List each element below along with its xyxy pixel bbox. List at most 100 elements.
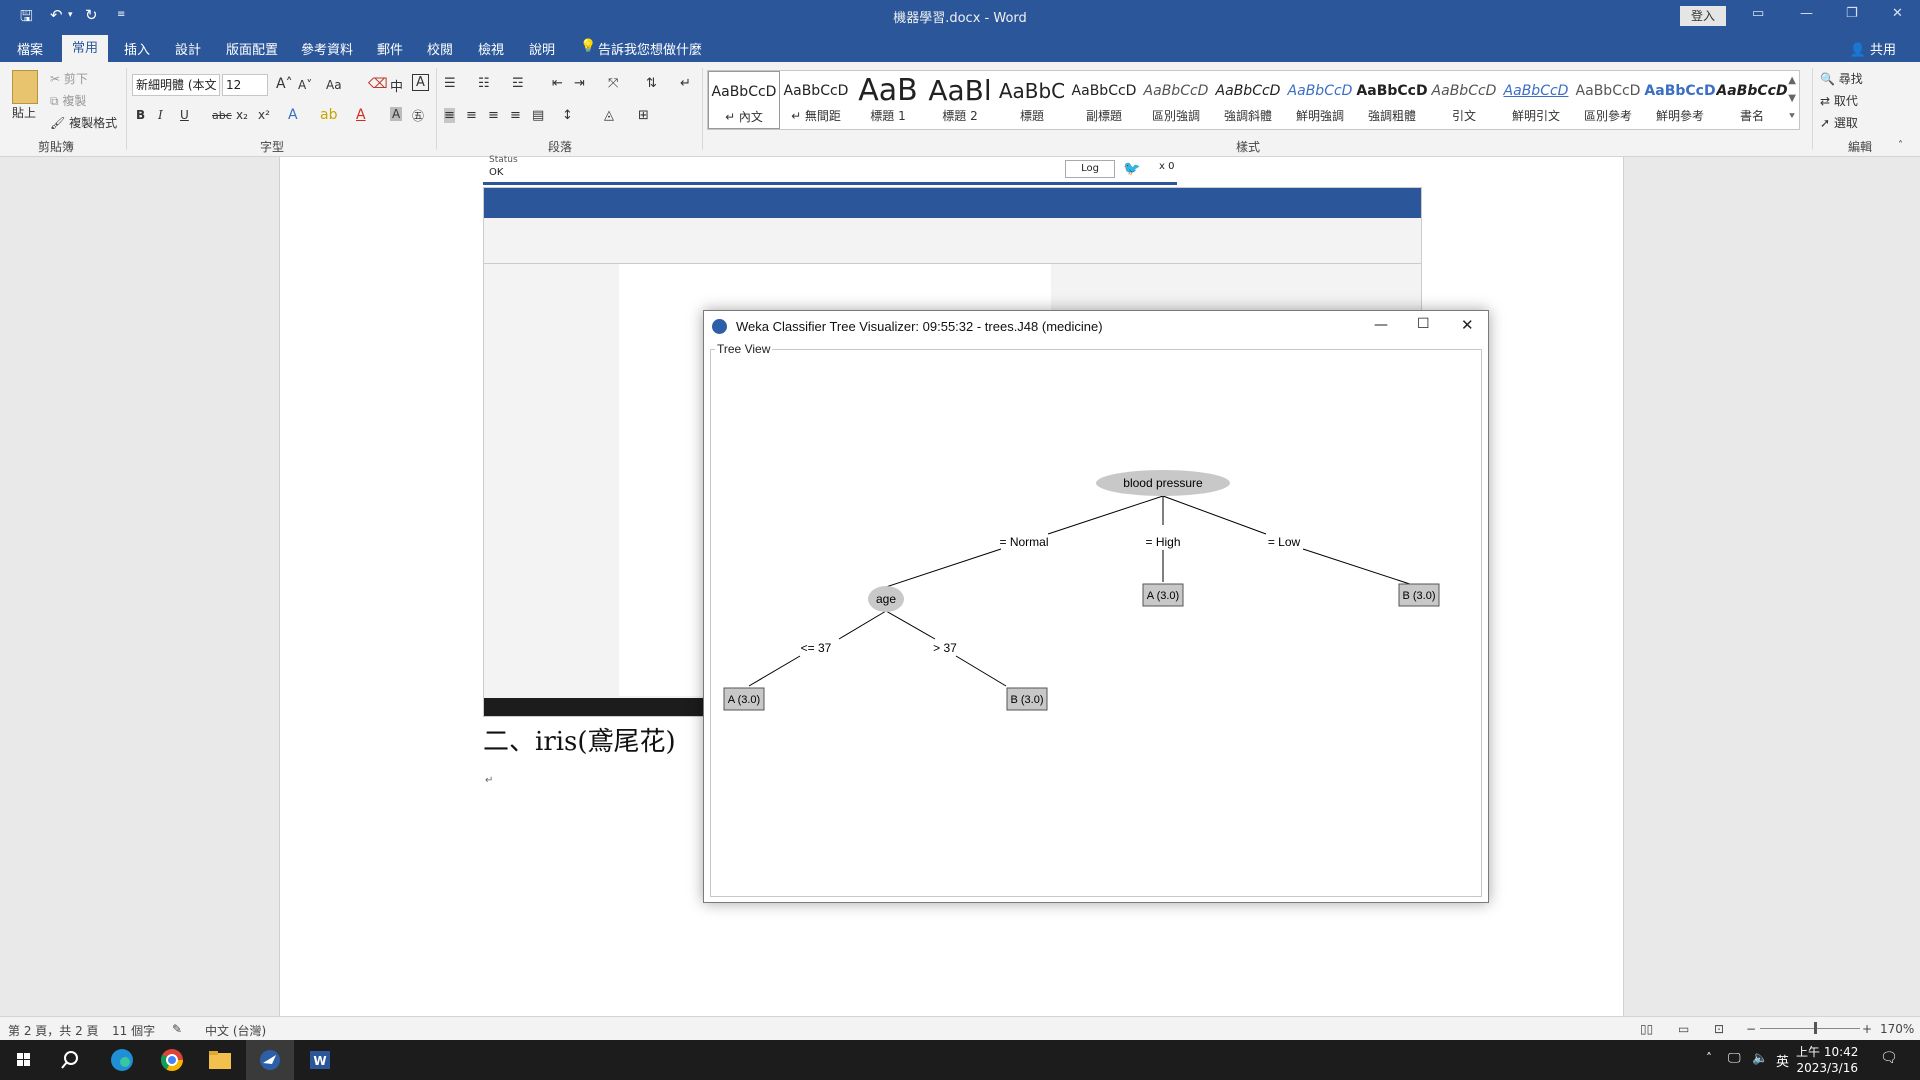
ribbon-display-options-icon[interactable]: ▭ [1752, 6, 1764, 21]
line-spacing-icon[interactable]: ↕ [562, 108, 573, 123]
word-count[interactable]: 11 個字 [112, 1022, 155, 1039]
select-button[interactable]: ➚ 選取 [1820, 114, 1858, 131]
strikethrough-button[interactable]: abc [212, 109, 232, 122]
sign-in-button[interactable]: 登入 [1680, 6, 1726, 26]
weka-tree-visualizer-window[interactable]: Weka Classifier Tree Visualizer: 09:55:3… [703, 310, 1489, 903]
change-case-button[interactable]: Aa [326, 78, 342, 92]
ime-indicator[interactable]: 英 [1776, 1051, 1789, 1070]
start-button[interactable] [0, 1040, 48, 1080]
tree-view-panel[interactable]: Tree View blood pressure age A (3.0) B (… [710, 342, 1482, 897]
style-strong[interactable]: AaBbCcD 強調粗體 [1356, 71, 1428, 129]
sort-icon[interactable]: ⇅ [646, 76, 657, 91]
proofing-icon[interactable]: ✎ [172, 1022, 182, 1036]
style-quote[interactable]: AaBbCcD 引文 [1428, 71, 1500, 129]
style-heading-2[interactable]: AaBl 標題 2 [924, 71, 996, 129]
web-layout-icon[interactable]: ⊡ [1714, 1022, 1724, 1036]
style-intense-quote[interactable]: AaBbCcD 鮮明引文 [1500, 71, 1572, 129]
increase-indent-icon[interactable]: ⇥ [574, 76, 585, 91]
text-effects-icon[interactable]: A [288, 107, 298, 123]
style-subtle-emphasis[interactable]: AaBbCcD 區別強調 [1140, 71, 1212, 129]
weka-taskbar-button[interactable] [246, 1040, 294, 1080]
style-heading-1[interactable]: AaB 標題 1 [852, 71, 924, 129]
page-count[interactable]: 第 2 頁，共 2 頁 [8, 1022, 99, 1039]
language-indicator[interactable]: 中文 (台灣) [205, 1022, 266, 1039]
decrease-indent-icon[interactable]: ⇤ [552, 76, 563, 91]
tab-references[interactable]: 參考資料 [301, 39, 353, 58]
multilevel-list-icon[interactable]: ☲ [512, 76, 524, 91]
search-button[interactable] [48, 1040, 96, 1080]
format-painter-button[interactable]: 🖌 複製格式 [50, 114, 117, 131]
underline-button[interactable]: U [180, 108, 189, 122]
clock[interactable]: 上午 10:42 2023/3/16 [1796, 1044, 1858, 1076]
zoom-level[interactable]: 170% [1880, 1022, 1914, 1036]
weka-maximize-icon[interactable]: ☐ [1417, 316, 1430, 332]
asian-layout-icon[interactable]: ⤧ [608, 76, 618, 91]
notifications-icon[interactable]: 🗨 [1880, 1050, 1898, 1066]
distributed-icon[interactable]: ▤ [532, 108, 544, 123]
word-taskbar-button[interactable]: W [296, 1040, 344, 1080]
shrink-font-icon[interactable]: A˅ [298, 78, 312, 92]
gallery-scroll-up-icon[interactable]: ▲ [1788, 75, 1796, 86]
zoom-slider-thumb[interactable] [1814, 1022, 1817, 1034]
cut-button[interactable]: ✂ 剪下 [50, 70, 88, 87]
weka-close-icon[interactable]: ✕ [1461, 316, 1474, 334]
weka-minimize-icon[interactable]: — [1374, 317, 1388, 333]
character-shading-icon[interactable]: A [390, 107, 403, 121]
tab-help[interactable]: 說明 [529, 39, 555, 58]
restore-icon[interactable]: ❐ [1846, 6, 1858, 21]
edge-taskbar-button[interactable] [98, 1040, 146, 1080]
style-normal[interactable]: AaBbCcD ↵ 內文 [708, 71, 780, 129]
network-icon[interactable]: 🖵 [1728, 1051, 1741, 1066]
style-book-title[interactable]: AaBbCcD 書名 [1716, 71, 1788, 129]
tab-mailings[interactable]: 郵件 [377, 39, 403, 58]
tab-file[interactable]: 檔案 [17, 39, 43, 58]
highlight-icon[interactable]: ab [320, 107, 337, 123]
tab-home[interactable]: 常用 [62, 35, 108, 62]
align-right-icon[interactable]: ≡ [488, 108, 499, 123]
copy-button[interactable]: ⧉ 複製 [50, 92, 86, 109]
clear-format-icon[interactable]: ⌫ [368, 76, 388, 92]
style-no-spacing[interactable]: AaBbCcD ↵ 無間距 [780, 71, 852, 129]
file-explorer-taskbar-button[interactable] [196, 1040, 244, 1080]
align-left-icon[interactable]: ≡ [444, 108, 455, 123]
volume-icon[interactable]: 🔈 [1752, 1051, 1768, 1066]
tab-review[interactable]: 校閱 [427, 39, 453, 58]
subscript-button[interactable]: x₂ [236, 108, 248, 122]
minimize-icon[interactable]: — [1800, 6, 1813, 21]
style-subtitle[interactable]: AaBbCcD 副標題 [1068, 71, 1140, 129]
replace-button[interactable]: ⇄ 取代 [1820, 92, 1858, 109]
weka-title-bar[interactable]: Weka Classifier Tree Visualizer: 09:55:3… [704, 311, 1488, 342]
tab-view[interactable]: 檢視 [478, 39, 504, 58]
grow-font-icon[interactable]: A˄ [276, 76, 293, 92]
tab-layout[interactable]: 版面配置 [226, 39, 278, 58]
zoom-slider[interactable] [1760, 1028, 1860, 1029]
style-subtle-reference[interactable]: AaBbCcD 區別參考 [1572, 71, 1644, 129]
italic-button[interactable]: I [158, 108, 163, 122]
justify-icon[interactable]: ≡ [510, 108, 521, 123]
phonetic-guide-icon[interactable]: 中 [390, 76, 403, 95]
style-title[interactable]: AaBbC 標題 [996, 71, 1068, 129]
align-center-icon[interactable]: ≡ [466, 108, 477, 123]
bullets-icon[interactable]: ☰ [444, 76, 456, 91]
print-layout-icon[interactable]: ▭ [1678, 1022, 1689, 1036]
font-size-select[interactable]: 12 [222, 74, 268, 96]
style-emphasis[interactable]: AaBbCcD 強調斜體 [1212, 71, 1284, 129]
collapse-ribbon-icon[interactable]: ˄ [1898, 140, 1903, 151]
find-button[interactable]: 🔍 尋找 [1820, 70, 1863, 87]
zoom-out-icon[interactable]: − [1746, 1022, 1756, 1036]
gallery-more-icon[interactable]: ⯆ [1788, 111, 1796, 122]
share-button[interactable]: 👤 共用 [1850, 39, 1896, 58]
zoom-in-icon[interactable]: + [1862, 1022, 1872, 1036]
numbering-icon[interactable]: ☷ [478, 76, 490, 91]
show-hidden-icons-icon[interactable]: ˄ [1706, 1051, 1712, 1065]
font-color-icon[interactable]: A [356, 107, 366, 123]
paste-button[interactable]: 貼上 [12, 104, 36, 121]
bold-button[interactable]: B [136, 108, 145, 122]
superscript-button[interactable]: x² [258, 108, 270, 122]
read-mode-icon[interactable]: ▯▯ [1640, 1022, 1653, 1036]
close-icon[interactable]: ✕ [1892, 6, 1903, 21]
show-marks-icon[interactable]: ↵ [680, 76, 691, 91]
style-intense-reference[interactable]: AaBbCcD 鮮明參考 [1644, 71, 1716, 129]
borders-icon[interactable]: ⊞ [638, 108, 649, 123]
chrome-taskbar-button[interactable] [148, 1040, 196, 1080]
